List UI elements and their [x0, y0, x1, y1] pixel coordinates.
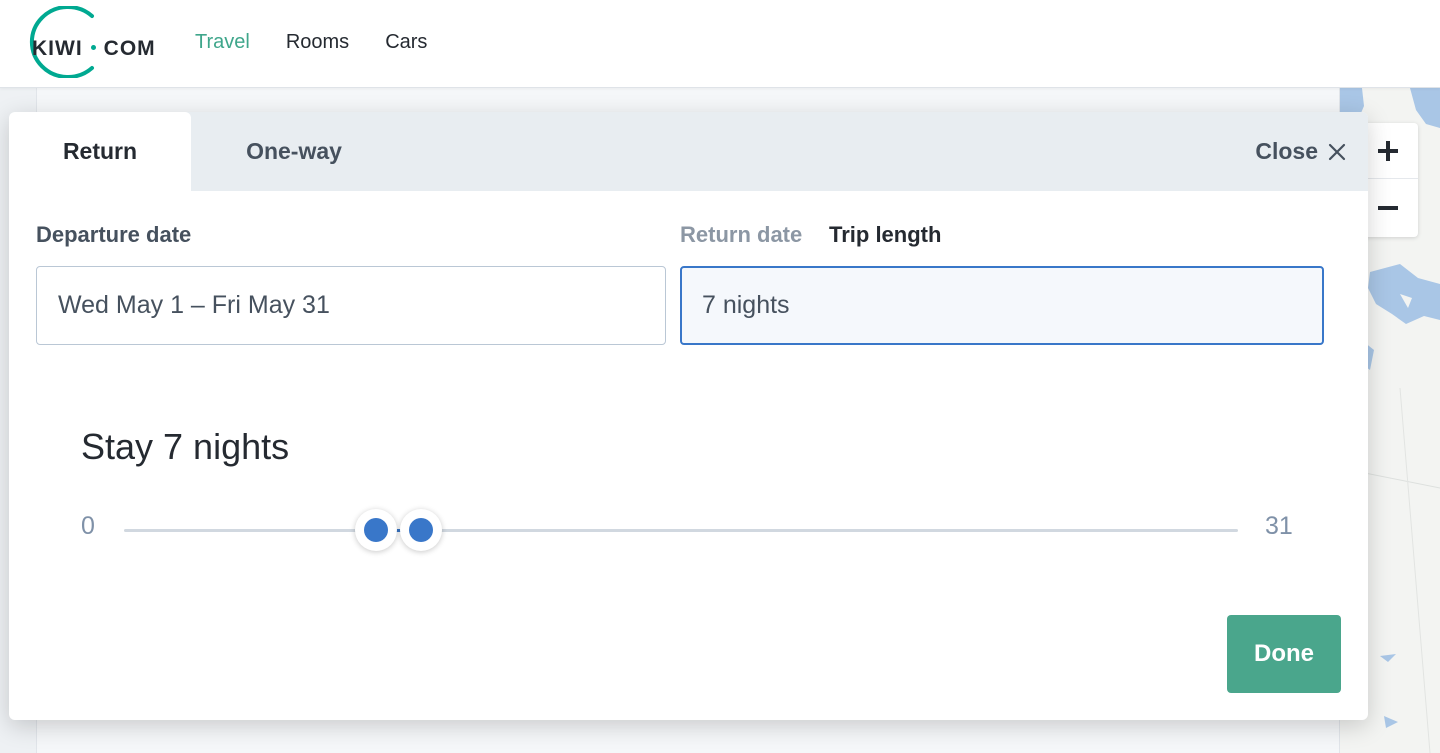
- nav-cars[interactable]: Cars: [385, 31, 427, 54]
- logo-wordmark: KIWI COM: [32, 37, 156, 61]
- return-date-toggle[interactable]: Return date: [680, 222, 802, 248]
- slider-max-handle[interactable]: [400, 509, 443, 551]
- kiwi-logo[interactable]: KIWI COM: [14, 6, 174, 78]
- close-label: Close: [1255, 138, 1318, 164]
- nav-rooms[interactable]: Rooms: [286, 31, 349, 54]
- trip-length-field[interactable]: 7 nights: [680, 266, 1324, 345]
- slider-min-label: 0: [81, 512, 95, 540]
- done-button[interactable]: Done: [1227, 615, 1341, 693]
- departure-date-field[interactable]: Wed May 1 – Fri May 31: [36, 266, 666, 345]
- main-nav: Travel Rooms Cars: [195, 31, 427, 54]
- nights-range-slider[interactable]: [124, 529, 1238, 532]
- stay-length-heading: Stay 7 nights: [81, 426, 290, 467]
- minus-icon: [1378, 206, 1398, 210]
- trip-length-toggle[interactable]: Trip length: [829, 222, 941, 248]
- slider-max-label: 31: [1265, 512, 1293, 540]
- close-button[interactable]: Close: [1255, 112, 1346, 191]
- departure-date-label: Departure date: [36, 222, 192, 247]
- slider-handle-dot: [363, 518, 388, 542]
- date-picker-modal: Return One-way Close Departure date Retu…: [9, 112, 1368, 720]
- slider-min-handle[interactable]: [354, 509, 397, 551]
- logo-dot-icon: [90, 44, 96, 50]
- slider-handle-dot: [409, 518, 434, 542]
- logo-name-left: KIWI: [32, 37, 83, 60]
- close-icon: [1328, 143, 1346, 160]
- tab-one-way[interactable]: One-way: [191, 112, 397, 191]
- trip-type-tabs: Return One-way Close: [9, 112, 1368, 191]
- logo-name-right: COM: [103, 37, 156, 60]
- top-navigation-bar: KIWI COM Travel Rooms Cars: [0, 0, 1440, 88]
- tab-return[interactable]: Return: [9, 112, 191, 191]
- nav-travel[interactable]: Travel: [195, 31, 250, 54]
- plus-icon: [1378, 140, 1398, 161]
